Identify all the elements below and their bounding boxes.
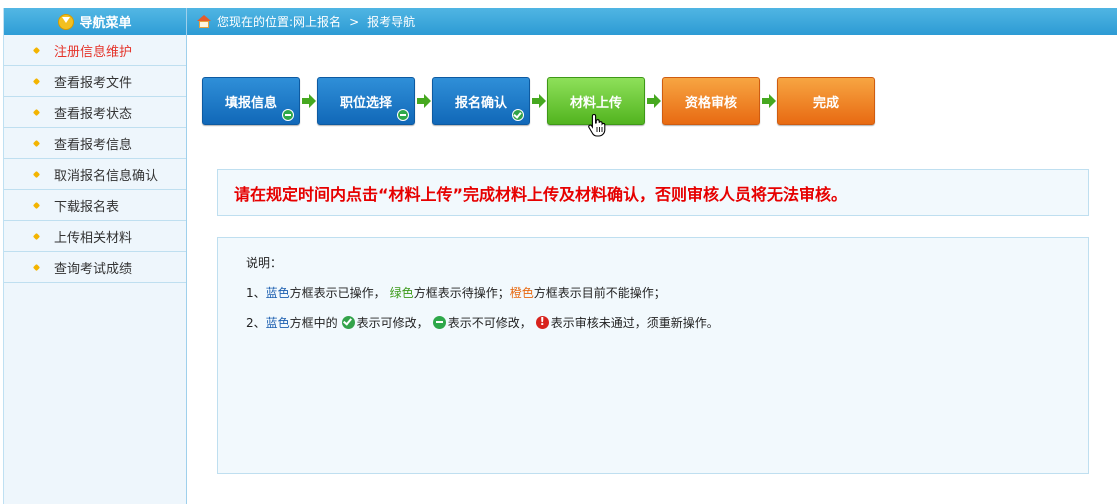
info-excl-text: 表示审核未通过，须重新操作。: [550, 316, 719, 330]
step-label: 资格审核: [684, 95, 737, 111]
sidebar-item-exam-docs[interactable]: 查看报考文件: [4, 66, 186, 97]
sidebar-item-label: 下载报名表: [54, 199, 120, 215]
sidebar-item-download-form[interactable]: 下载报名表: [4, 190, 186, 221]
info-line-1: 1、 蓝色 方框表示已操作， 绿色 方框表示待操作； 橙色 方框表示目前不能操作…: [246, 284, 666, 301]
info-blue-word: 蓝色: [265, 316, 290, 330]
arrow-right-icon: [530, 91, 547, 111]
breadcrumb-separator: >: [349, 14, 360, 29]
minus-icon: [432, 316, 446, 329]
exclamation-icon: [535, 315, 549, 329]
info-title-text: 说明：: [246, 256, 283, 270]
info-minus-text: 表示不可修改，: [447, 316, 532, 330]
arrow-right-icon: [415, 91, 432, 111]
step-label: 职位选择: [339, 95, 392, 111]
info-green-text: 方框表示待操作；: [413, 286, 510, 300]
bullet-icon: [32, 77, 41, 86]
check-icon: [341, 316, 355, 329]
info-line-2: 2、 蓝色 方框中的 表示可修改， 表示不可修改， 表示审核未通过，须重新操作。: [246, 314, 719, 331]
minus-icon: [397, 109, 409, 121]
info-orange-text: 方框表示目前不能操作；: [533, 286, 666, 300]
step-label: 填报信息: [224, 95, 277, 111]
sidebar-item-upload-materials[interactable]: 上传相关材料: [4, 221, 186, 252]
step-label: 材料上传: [569, 95, 622, 111]
sidebar-item-label: 查询考试成绩: [54, 261, 133, 277]
step-complete-button: 完成: [777, 77, 875, 125]
arrow-right-icon: [300, 91, 317, 111]
info-check-text: 表示可修改，: [356, 316, 429, 330]
notice-text: 请在规定时间内点击“材料上传”完成材料上传及材料确认，否则审核人员将无法审核。: [234, 184, 848, 204]
sidebar-item-label: 查看报考信息: [54, 137, 133, 153]
info-text1: 方框中的: [289, 316, 338, 330]
check-icon: [512, 109, 524, 121]
sidebar-item-label: 取消报名信息确认: [54, 168, 159, 184]
info-orange-word: 橙色: [509, 286, 534, 300]
sidebar: 导航菜单 注册信息维护 查看报考文件 查看报考状态 查看报考信息 取消报名信息确…: [3, 8, 187, 504]
bullet-icon: [32, 263, 41, 272]
notice-banner: 请在规定时间内点击“材料上传”完成材料上传及材料确认，否则审核人员将无法审核。: [217, 169, 1089, 216]
bullet-icon: [32, 108, 41, 117]
info-panel: 说明： 1、 蓝色 方框表示已操作， 绿色 方框表示待操作； 橙色 方框表示目前…: [217, 237, 1089, 474]
bullet-icon: [32, 46, 41, 55]
step-flow: 填报信息 职位选择 报名确认 材料上传 资格审核 完成: [202, 77, 875, 125]
step-label: 报名确认: [454, 95, 507, 111]
sidebar-item-register-info[interactable]: 注册信息维护: [4, 35, 186, 66]
sidebar-item-cancel-confirm[interactable]: 取消报名信息确认: [4, 159, 186, 190]
step-position-select-button[interactable]: 职位选择: [317, 77, 415, 125]
info-green-word: 绿色: [389, 286, 414, 300]
sidebar-item-exam-status[interactable]: 查看报考状态: [4, 97, 186, 128]
step-label: 完成: [812, 95, 839, 111]
info-blue-text: 方框表示已操作，: [289, 286, 386, 300]
home-icon: [197, 15, 211, 28]
info-blue-word: 蓝色: [265, 286, 290, 300]
sidebar-item-label: 注册信息维护: [54, 44, 133, 60]
arrow-right-icon: [645, 91, 662, 111]
step-fill-info-button[interactable]: 填报信息: [202, 77, 300, 125]
sidebar-item-query-scores[interactable]: 查询考试成绩: [4, 252, 186, 283]
sidebar-item-label: 上传相关材料: [54, 230, 133, 246]
info-line1-prefix: 1、: [246, 286, 266, 300]
sidebar-header: 导航菜单: [4, 8, 186, 35]
step-confirm-button[interactable]: 报名确认: [432, 77, 530, 125]
breadcrumb: 您现在的位置: 网上报名 > 报考导航: [187, 8, 1117, 35]
sidebar-item-label: 查看报考状态: [54, 106, 133, 122]
sidebar-title: 导航菜单: [79, 16, 132, 31]
breadcrumb-level2: 报考导航: [367, 15, 416, 29]
sidebar-item-exam-info[interactable]: 查看报考信息: [4, 128, 186, 159]
sidebar-item-label: 查看报考文件: [54, 75, 133, 91]
info-title: 说明：: [246, 254, 282, 271]
breadcrumb-prefix: 您现在的位置:: [217, 15, 294, 29]
bullet-icon: [32, 139, 41, 148]
breadcrumb-level1[interactable]: 网上报名: [293, 13, 341, 30]
arrow-right-icon: [760, 91, 777, 111]
bullet-icon: [32, 170, 41, 179]
minus-icon: [282, 109, 294, 121]
hand-cursor-icon: [588, 113, 606, 137]
info-line2-prefix: 2、: [246, 316, 266, 330]
step-qualification-review-button: 资格审核: [662, 77, 760, 125]
bullet-icon: [32, 232, 41, 241]
bullet-icon: [32, 201, 41, 210]
chevron-down-icon: [58, 13, 75, 30]
